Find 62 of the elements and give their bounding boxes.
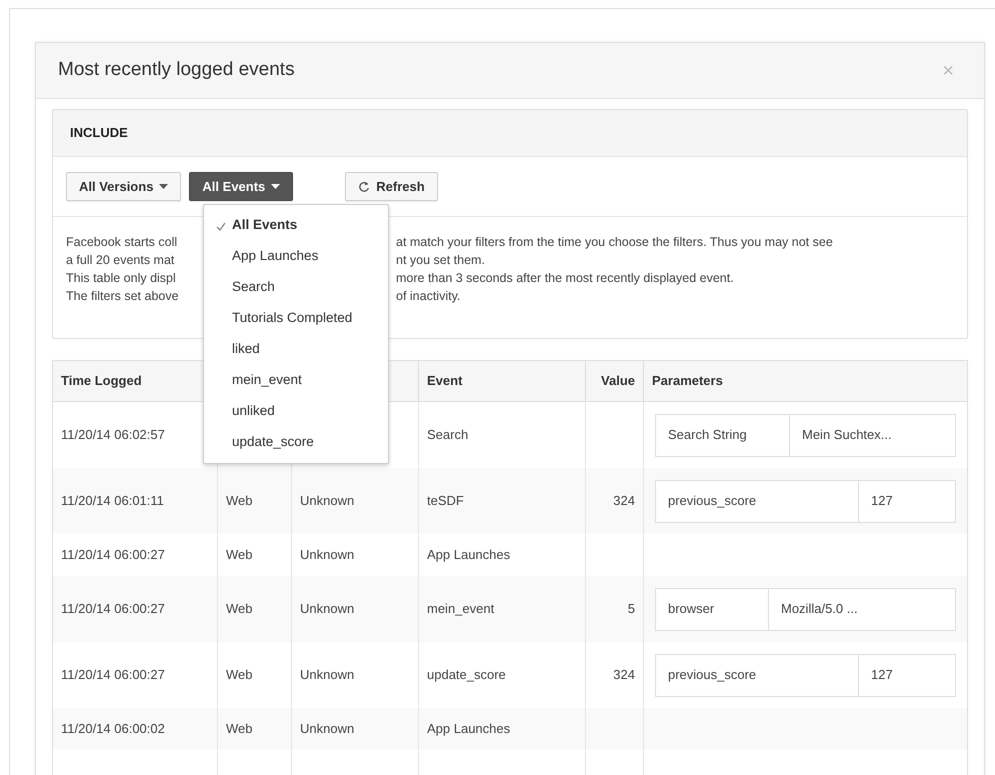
refresh-icon [358, 180, 370, 192]
info-text: more than 3 seconds after the most recently displayed event. [396, 270, 734, 287]
menu-item[interactable]: App Launches [204, 241, 388, 272]
table-cell-text: 11/20/14 06:00:27 [61, 546, 165, 564]
parameter-value: Mozilla/5.0 ... [780, 600, 859, 618]
table-cell-text: App Launches [427, 720, 510, 738]
parameter-value: 127 [870, 666, 894, 684]
column-header: Event [427, 372, 462, 390]
table-cell-text: Unknown [300, 600, 354, 618]
table-cell-text: teSDF [427, 492, 464, 510]
menu-item[interactable]: Search [204, 272, 388, 303]
info-text: a full 20 events mat [66, 252, 176, 269]
info-text: Facebook starts coll [66, 234, 178, 251]
caret-icon [159, 184, 168, 189]
dialog-title: Most recently logged events [58, 58, 295, 82]
table-cell-text: Web [226, 600, 252, 618]
table-cell-text: 324 [613, 666, 635, 684]
table-cell-text: Web [226, 492, 252, 510]
panel-heading: INCLUDE [70, 124, 128, 142]
table-cell-text: Web [226, 720, 252, 738]
table-cell-text: 11/20/14 06:00:02 [61, 720, 165, 738]
table-cell-text: 5 [628, 600, 635, 618]
info-text: nt you set them. [396, 252, 485, 269]
table-cell-text: 11/20/14 06:02:57 [61, 426, 165, 444]
table-cell-text: Search [427, 426, 468, 444]
filter-dropdown[interactable]: All Events [189, 172, 294, 201]
refresh-button[interactable]: Refresh [345, 172, 438, 201]
column-header: Value [601, 372, 635, 390]
table-cell-text: 11/20/14 06:01:11 [61, 492, 164, 510]
menu-item[interactable]: mein_event [204, 365, 388, 396]
caret-icon [271, 184, 280, 189]
menu-item[interactable]: liked [204, 334, 388, 365]
table-cell-text: update_score [427, 666, 506, 684]
parameter-key: previous_score [656, 480, 859, 522]
column-header: Parameters [652, 372, 723, 390]
parameter-value: Mein Suchtex... [801, 426, 893, 444]
info-text: of inactivity. [396, 288, 460, 305]
table-cell-text: Web [226, 546, 252, 564]
menu-item[interactable]: update_score [204, 427, 388, 458]
table-cell-text: Unknown [300, 666, 354, 684]
table-cell-text: 11/20/14 06:00:27 [61, 666, 165, 684]
parameter-key: Search String [656, 414, 790, 456]
filter-dropdown[interactable]: All Versions [66, 172, 182, 201]
table-cell-text: Unknown [300, 720, 354, 738]
menu-item[interactable]: Tutorials Completed [204, 303, 388, 334]
table-cell-text: Web [226, 666, 252, 684]
column-header: Time Logged [61, 372, 142, 390]
table-cell-text: Unknown [300, 492, 354, 510]
table-cell-text: 11/20/14 06:00:27 [61, 600, 165, 618]
table-cell-text: mein_event [427, 600, 494, 618]
info-text: at match your filters from the time you choose the filters. Thus you may not see [396, 234, 833, 251]
info-text: The filters set above [66, 288, 180, 305]
table-cell-text: Unknown [300, 546, 354, 564]
menu-item[interactable]: All Events [204, 210, 388, 241]
menu-item[interactable]: unliked [204, 396, 388, 427]
parameter-key: browser [656, 588, 769, 630]
checkmark-icon [216, 222, 226, 231]
info-text: This table only displ [66, 270, 177, 287]
parameter-value: 127 [870, 492, 894, 510]
parameter-key: previous_score [656, 654, 859, 696]
table-cell-text: App Launches [427, 546, 510, 564]
table-cell-text: 324 [613, 492, 635, 510]
